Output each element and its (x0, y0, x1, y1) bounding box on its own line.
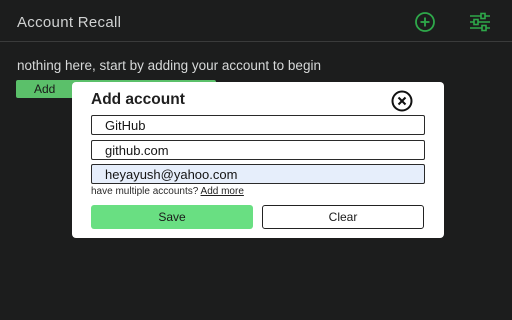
add-account-dialog: Add account have multiple accounts? Add … (72, 82, 444, 238)
save-button[interactable]: Save (91, 205, 253, 229)
helper-row: have multiple accounts? Add more (91, 186, 244, 197)
plus-circle-icon (414, 11, 436, 38)
empty-state-message: nothing here, start by adding your accou… (17, 58, 321, 73)
sliders-icon (468, 11, 492, 38)
account-url-field[interactable] (91, 140, 425, 160)
add-account-cta-label: Add (34, 82, 56, 96)
app-header: Account Recall (0, 0, 512, 42)
close-dialog-button[interactable] (390, 89, 414, 113)
dialog-title: Add account (91, 91, 185, 108)
account-name-field[interactable] (91, 115, 425, 135)
add-more-link[interactable]: Add more (201, 186, 244, 197)
helper-text: have multiple accounts? (91, 186, 199, 197)
app-title: Account Recall (17, 14, 122, 31)
account-email-field[interactable] (91, 164, 425, 184)
add-account-button[interactable] (413, 11, 437, 38)
clear-button[interactable]: Clear (262, 205, 424, 229)
settings-button[interactable] (468, 12, 492, 36)
